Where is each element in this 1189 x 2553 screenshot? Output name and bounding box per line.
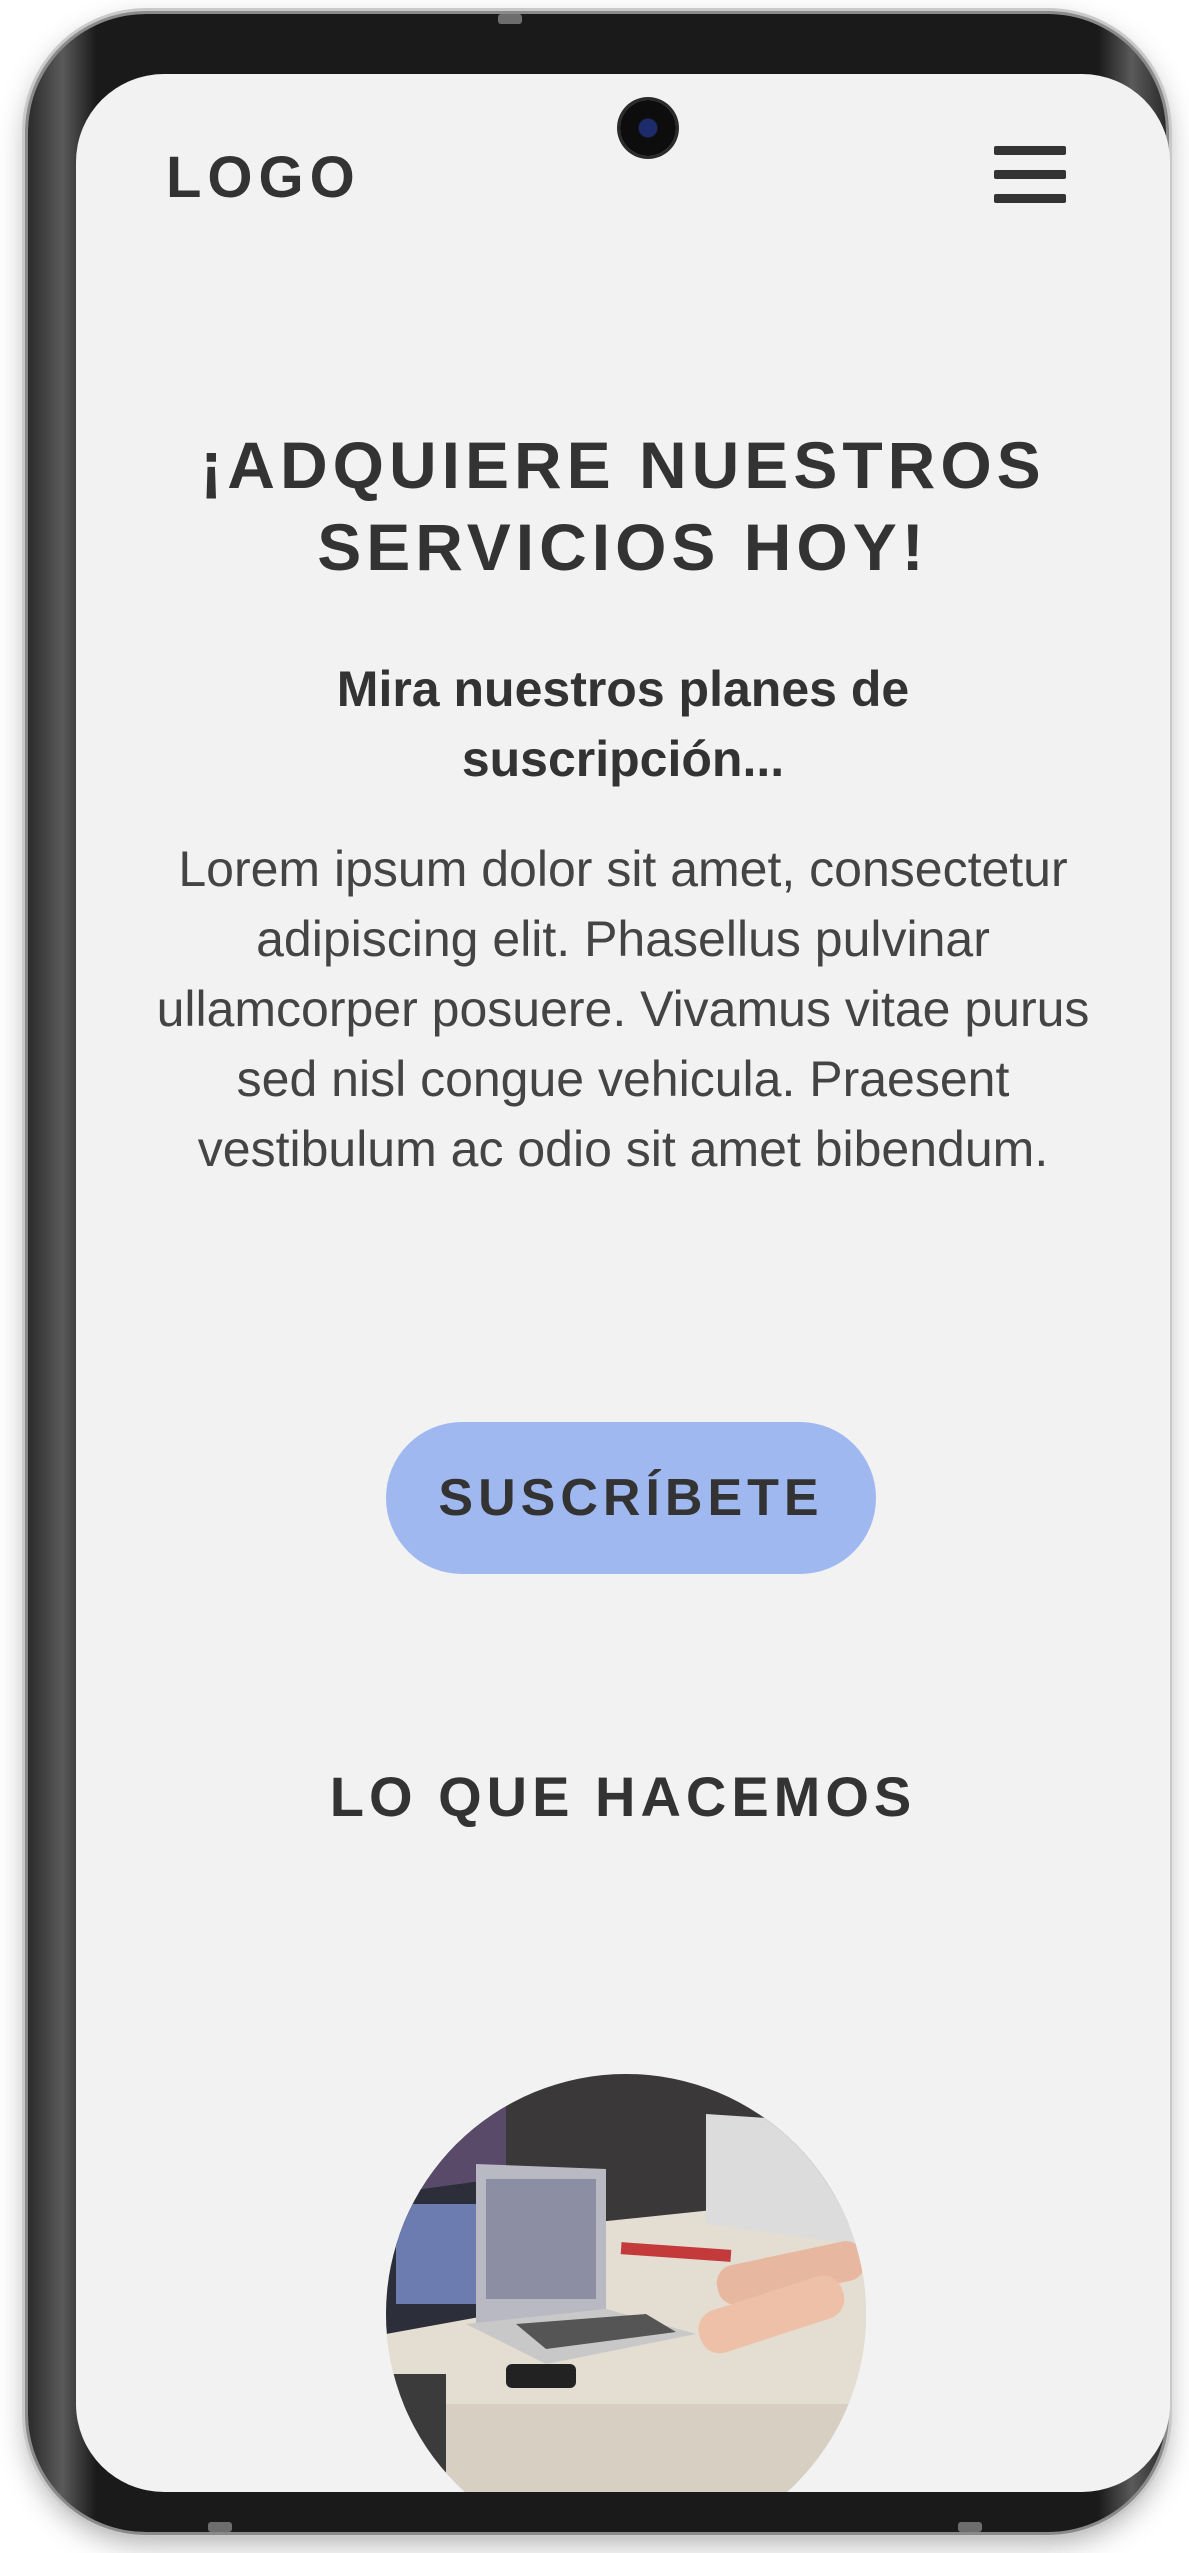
hero-subtitle: Mira nuestros planes de suscripción...: [336, 661, 910, 787]
subscribe-button[interactable]: SUSCRÍBETE: [386, 1422, 876, 1574]
phone-screen: LOGO ¡ADQUIERE NUESTROS SERVICIOS HOY! M…: [76, 74, 1170, 2492]
hero-title: ¡ADQUIERE NUESTROS SERVICIOS HOY!: [200, 428, 1046, 584]
logo[interactable]: LOGO: [166, 144, 361, 211]
hamburger-menu-icon[interactable]: [994, 142, 1066, 208]
front-camera-icon: [620, 100, 676, 156]
phone-bottom-button-left: [208, 2522, 232, 2532]
phone-frame: LOGO ¡ADQUIERE NUESTROS SERVICIOS HOY! M…: [28, 14, 1170, 2532]
phone-bottom-button-right: [958, 2522, 982, 2532]
section-title-what-we-do: LO QUE HACEMOS: [329, 1765, 917, 1828]
phone-top-button: [498, 14, 522, 24]
hero-body-text: Lorem ipsum dolor sit amet, consectetur …: [156, 841, 1090, 1177]
team-laptop-photo: [386, 2074, 866, 2492]
